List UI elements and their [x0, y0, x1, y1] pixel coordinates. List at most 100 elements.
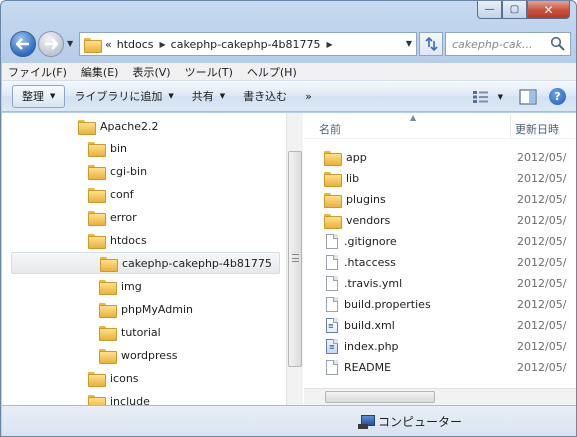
tree-item-cgi-bin[interactable]: cgi-bin [2, 160, 280, 182]
status-bar: コンピューター [2, 405, 576, 436]
folder-icon [88, 371, 106, 387]
folder-icon [88, 394, 106, 405]
minimize-button[interactable]: — [477, 1, 502, 19]
file-date: 2012/05/ [517, 298, 567, 311]
file-row[interactable]: plugins 2012/05/ [304, 189, 576, 210]
tree-item-label: phpMyAdmin [121, 302, 193, 316]
content-area: Apache2.2 bin cgi-bin conf error htdocs [2, 113, 576, 405]
column-header-name[interactable]: 名前 [319, 121, 341, 137]
caption-buttons: — ▢ ✕ [477, 1, 570, 19]
menu-file[interactable]: ファイル(F) [2, 64, 74, 80]
file-list-horizontal-scrollbar[interactable] [304, 388, 576, 405]
arrow-left-icon [16, 38, 29, 50]
folder-icon [324, 214, 342, 229]
tree-item-htdocs[interactable]: htdocs [2, 229, 280, 251]
php-file-icon: ≡ [326, 339, 338, 354]
menu-help[interactable]: ヘルプ(H) [240, 64, 304, 80]
folder-icon [99, 279, 117, 295]
file-row[interactable]: .travis.yml 2012/05/ [304, 273, 576, 294]
tree-item-label: conf [110, 187, 134, 201]
refresh-button[interactable] [419, 32, 443, 56]
back-button[interactable] [10, 31, 36, 57]
search-icon[interactable] [550, 36, 566, 52]
address-overflow-chevron[interactable]: « [105, 38, 112, 51]
scrollbar-thumb[interactable] [288, 151, 302, 367]
tree-item-tutorial[interactable]: tutorial [2, 321, 280, 343]
chevron-down-icon: ▼ [168, 92, 174, 100]
maximize-button[interactable]: ▢ [502, 1, 527, 19]
folder-icon [88, 164, 106, 180]
grip-icon [292, 254, 299, 262]
file-row[interactable]: .gitignore 2012/05/ [304, 231, 576, 252]
file-name: app [346, 151, 367, 164]
tree-item-conf[interactable]: conf [2, 183, 280, 205]
folder-icon [99, 325, 117, 341]
tree-item-wordpress[interactable]: wordpress [2, 344, 280, 366]
status-location-label: コンピューター [378, 415, 463, 429]
folder-icon [99, 302, 117, 318]
file-row[interactable]: build.properties 2012/05/ [304, 294, 576, 315]
refresh-icon [425, 37, 438, 51]
tree-item-error[interactable]: error [2, 206, 280, 228]
breadcrumb-separator-icon[interactable]: ▶ [160, 40, 166, 49]
recent-pages-dropdown[interactable]: ▼ [67, 39, 73, 48]
toolbar-right: ▼ ? [472, 81, 576, 112]
computer-icon [358, 414, 375, 429]
view-options-icon[interactable] [472, 90, 490, 104]
file-row[interactable]: ≡ index.php 2012/05/ [304, 336, 576, 357]
tree-item-img[interactable]: img [2, 275, 280, 297]
menu-bar: ファイル(F) 編集(E) 表示(V) ツール(T) ヘルプ(H) [2, 63, 576, 81]
address-dropdown-icon[interactable]: ▼ [406, 39, 412, 48]
scrollbar-thumb[interactable] [325, 391, 435, 403]
share-button[interactable]: 共有 ▼ [183, 85, 234, 108]
breadcrumb-htdocs[interactable]: htdocs [117, 38, 154, 51]
file-name: plugins [346, 193, 386, 206]
file-row[interactable]: README 2012/05/ [304, 357, 576, 378]
tree-item-label: wordpress [121, 348, 178, 362]
breadcrumb-separator-icon[interactable]: ▶ [327, 40, 333, 49]
document-icon [326, 360, 338, 375]
document-icon [326, 234, 338, 249]
tree-item-bin[interactable]: bin [2, 137, 280, 159]
file-list-pane: ▲ 名前 更新日時 app 2012/05/ lib 2012/05/ plug… [304, 113, 576, 405]
file-row[interactable]: app 2012/05/ [304, 147, 576, 168]
file-name: README [344, 361, 392, 374]
navigation-pane-scrollbar[interactable] [286, 113, 303, 405]
preview-pane-icon[interactable] [519, 88, 537, 105]
folder-icon [88, 141, 106, 157]
tree-item-cakephp[interactable]: cakephp-cakephp-4b81775 [11, 252, 280, 274]
burn-button[interactable]: 書き込む [234, 85, 296, 108]
status-location: コンピューター [358, 413, 462, 430]
file-row[interactable]: lib 2012/05/ [304, 168, 576, 189]
file-row[interactable]: vendors 2012/05/ [304, 210, 576, 231]
tree-item-icons[interactable]: icons [2, 367, 280, 389]
tree-item-apache[interactable]: Apache2.2 [2, 115, 280, 137]
file-row[interactable]: ≡ build.xml 2012/05/ [304, 315, 576, 336]
file-date: 2012/05/ [517, 319, 567, 332]
menu-tools[interactable]: ツール(T) [178, 64, 240, 80]
tree-item-phpmyadmin[interactable]: phpMyAdmin [2, 298, 280, 320]
column-header-date[interactable]: 更新日時 [515, 121, 559, 137]
address-bar[interactable]: « htdocs ▶ cakephp-cakephp-4b81775 ▶ ▼ [79, 32, 417, 56]
more-commands-button[interactable]: » [296, 85, 321, 108]
tree-item-include[interactable]: include [2, 390, 280, 405]
column-divider[interactable] [510, 115, 511, 137]
file-date: 2012/05/ [517, 340, 567, 353]
forward-button[interactable] [38, 31, 64, 57]
file-name: index.php [344, 340, 399, 353]
file-row[interactable]: .htaccess 2012/05/ [304, 252, 576, 273]
menu-view[interactable]: 表示(V) [125, 64, 177, 80]
organize-button[interactable]: 整理 ▼ [12, 84, 66, 108]
file-date: 2012/05/ [517, 151, 567, 164]
file-date: 2012/05/ [517, 256, 567, 269]
folder-icon [84, 37, 102, 53]
include-in-library-button[interactable]: ライブラリに追加 ▼ [65, 85, 182, 108]
search-box[interactable]: cakephp-cak... [445, 32, 571, 56]
menu-edit[interactable]: 編集(E) [74, 64, 126, 80]
view-options-dropdown-icon[interactable]: ▼ [498, 93, 503, 101]
help-icon[interactable]: ? [549, 88, 566, 105]
arrow-right-icon [45, 38, 58, 50]
close-button[interactable]: ✕ [527, 1, 570, 19]
breadcrumb-cakephp[interactable]: cakephp-cakephp-4b81775 [171, 38, 321, 51]
file-date: 2012/05/ [517, 235, 567, 248]
